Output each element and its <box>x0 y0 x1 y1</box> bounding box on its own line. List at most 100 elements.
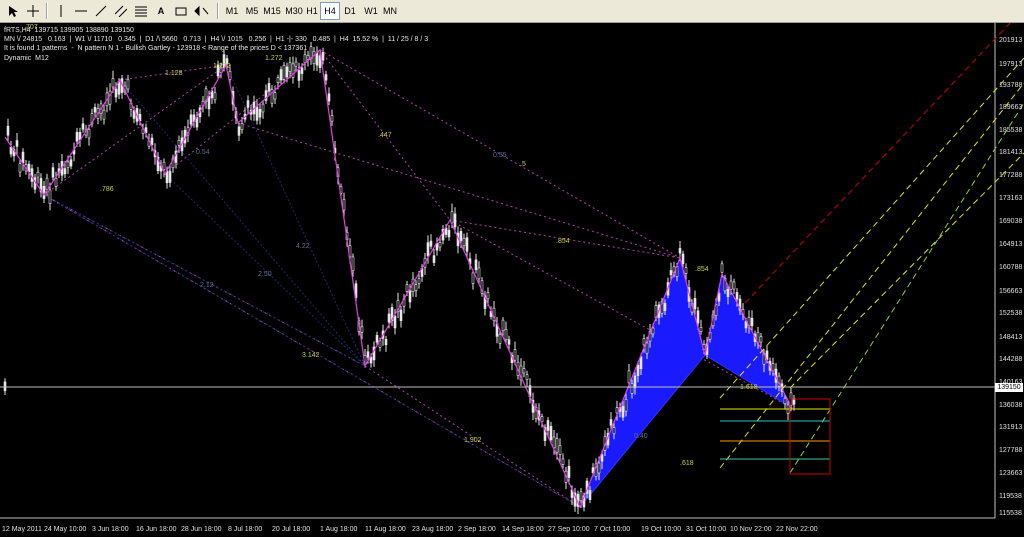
candle-body <box>330 115 334 122</box>
vertical-line-icon[interactable] <box>52 2 70 20</box>
price-axis-label: 181413 <box>999 149 1023 156</box>
period-m5-button[interactable]: M5 <box>242 2 262 20</box>
candle-body <box>162 161 166 170</box>
candle-body <box>384 339 388 346</box>
candle-body <box>681 253 685 264</box>
candle-body <box>69 159 73 167</box>
candle-body <box>669 270 673 276</box>
candle-body <box>414 284 418 291</box>
candle-body <box>342 199 346 211</box>
price-axis-label: 193788 <box>999 82 1023 89</box>
candle-body <box>405 284 409 292</box>
candle-body <box>717 293 721 302</box>
price-axis-label: 152538 <box>999 310 1023 317</box>
price-axis-label: 144288 <box>999 356 1023 363</box>
candle-body <box>567 465 571 478</box>
candle-body <box>75 131 79 142</box>
candle-body <box>306 55 310 60</box>
fib-ratio-label: .854 <box>695 266 709 273</box>
date-axis-label: 12 May 2011 <box>2 526 42 533</box>
candle-body <box>645 342 649 354</box>
period-m1-button[interactable]: M1 <box>222 2 242 20</box>
candle-body <box>126 79 130 90</box>
date-axis-label: 23 Aug 18:00 <box>412 526 454 533</box>
candle-body <box>621 405 625 418</box>
candle-body <box>462 237 466 247</box>
candle-body <box>450 211 454 224</box>
candle-body <box>9 146 13 155</box>
candle-body <box>633 375 637 388</box>
candle-body <box>168 171 172 183</box>
text-icon[interactable]: A <box>152 2 170 20</box>
candle-body <box>279 69 283 81</box>
period-mn-button[interactable]: MN <box>380 2 400 20</box>
fib-ratio-label: .447 <box>378 132 392 139</box>
fib-ratio-label: 2.50 <box>258 271 272 278</box>
fib-ratio-label: .618 <box>680 460 694 467</box>
candle-body <box>438 242 442 248</box>
fibonacci-icon[interactable] <box>132 2 150 20</box>
candle-body <box>3 381 7 392</box>
gartley-pattern-fill <box>579 256 794 508</box>
arrows-icon[interactable] <box>192 2 214 20</box>
candle-body <box>555 438 559 453</box>
price-axis-label: 160788 <box>999 264 1023 271</box>
candle-body <box>447 229 451 238</box>
candle-body <box>432 255 436 263</box>
price-axis-label: 119538 <box>999 493 1022 500</box>
candle-body <box>315 52 319 66</box>
fib-ratio-label: .854 <box>556 238 570 245</box>
candle-body <box>693 298 697 310</box>
channel-icon[interactable] <box>112 2 130 20</box>
candle-body <box>750 317 754 327</box>
candle-body <box>486 292 490 300</box>
cursor-icon[interactable] <box>4 2 22 20</box>
price-axis-label: 123663 <box>999 470 1023 477</box>
price-chart[interactable]: fRTS,H4 139715 139905 138890 139150 MN \… <box>0 23 1024 537</box>
fib-ratio-label: 0.55 <box>493 152 507 159</box>
toolbar-separator <box>46 3 48 19</box>
period-m15-button[interactable]: M15 <box>260 2 284 20</box>
candle-body <box>81 123 85 130</box>
candle-body <box>288 62 292 73</box>
candle-body <box>558 445 562 455</box>
candle-body <box>387 313 391 323</box>
candle-body <box>150 137 154 146</box>
price-axis-bg <box>995 23 1024 537</box>
date-axis-label: 8 Jul 18:00 <box>228 526 263 533</box>
fib-ratio-label: 1.272 <box>213 63 231 70</box>
date-axis-label: 28 Jun 18:00 <box>181 526 222 533</box>
candle-body <box>42 185 46 199</box>
price-axis-label: 173163 <box>999 195 1023 202</box>
candle-body <box>285 66 289 78</box>
candle-body <box>309 46 313 59</box>
candle-body <box>678 248 682 254</box>
candle-body <box>102 109 106 120</box>
crosshair-icon[interactable] <box>24 2 42 20</box>
candle-body <box>93 107 97 113</box>
candle-body <box>114 88 118 98</box>
price-axis-label: 185538 <box>999 127 1023 134</box>
period-d1-button[interactable]: D1 <box>340 2 360 20</box>
candle-body <box>375 335 379 343</box>
candle-body <box>237 126 241 136</box>
period-h1-button[interactable]: H1 <box>302 2 322 20</box>
candle-body <box>600 454 604 462</box>
period-h4-button[interactable]: H4 <box>320 2 340 20</box>
candle-body <box>498 334 502 344</box>
label-icon[interactable] <box>172 2 190 20</box>
horizontal-line-icon[interactable] <box>72 2 90 20</box>
candle-body <box>36 171 40 178</box>
fib-ratio-label: 0.54 <box>196 149 210 156</box>
trend-line-icon[interactable] <box>92 2 110 20</box>
candle-body <box>426 242 430 257</box>
fib-ratio-label: 1.128 <box>165 70 183 77</box>
date-axis-label: 3 Jun 18:00 <box>92 526 129 533</box>
candle-body <box>276 77 280 83</box>
candle-body <box>399 309 403 322</box>
candle-body <box>759 336 763 343</box>
candle-body <box>735 292 739 300</box>
period-w1-button[interactable]: W1 <box>361 2 381 20</box>
projection-lines <box>719 23 1024 474</box>
candle-body <box>300 67 304 74</box>
